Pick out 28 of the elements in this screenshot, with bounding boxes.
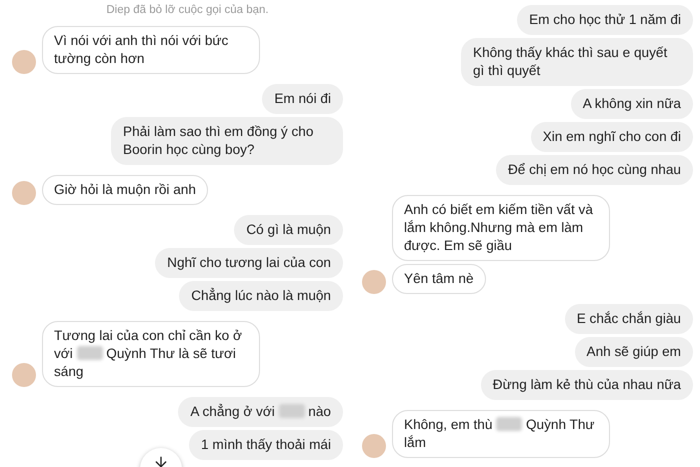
message-bubble: Đừng làm kẻ thù của nhau nữa: [480, 370, 693, 400]
avatar[interactable]: [12, 363, 36, 387]
message-bubble: Tương lai của con chỉ cần ko ở với Quỳnh Thư là sẽ tươi sáng: [42, 321, 260, 387]
message-bubble: Yên tâm nè: [392, 264, 486, 294]
message-bubble: A chẳng ở với nào: [178, 397, 343, 427]
avatar[interactable]: [12, 181, 36, 205]
arrow-down-icon: [153, 454, 169, 467]
message-bubble: Nghĩ cho tương lai của con: [155, 248, 343, 278]
avatar[interactable]: [12, 50, 36, 74]
message-bubble: Chẳng lúc nào là muộn: [179, 281, 343, 311]
avatar[interactable]: [362, 270, 386, 294]
message-bubble: Giờ hỏi là muộn rồi anh: [42, 175, 208, 205]
message-bubble: Anh sẽ giúp em: [574, 337, 693, 367]
message-bubble: Không, em thù Quỳnh Thư lắm: [392, 410, 610, 458]
message-bubble: Em cho học thử 1 năm đi: [517, 5, 693, 35]
message-bubble: Anh có biết em kiếm tiền vất và lắm không.Nhưng mà em làm được. Em sẽ giầu: [392, 195, 610, 261]
message-bubble: Phải làm sao thì em đồng ý cho Boorin học cùng boy?: [111, 117, 343, 165]
message-bubble: Có gì là muộn: [234, 215, 343, 245]
message-bubble: Không thấy khác thì sau e quyết gì thì quyết: [461, 38, 693, 86]
avatar[interactable]: [362, 434, 386, 458]
message-bubble: Vì nói với anh thì nói với bức tường còn hơn: [42, 26, 260, 74]
message-bubble: Để chị em nó học cùng nhau: [496, 155, 693, 185]
message-bubble: Xin em nghĩ cho con đi: [530, 122, 693, 152]
message-bubble: Em nói đi: [262, 84, 343, 114]
message-bubble: E chắc chắn giàu: [564, 304, 693, 334]
message-bubble: A không xin nữa: [570, 89, 693, 119]
message-bubble: 1 mình thấy thoải mái: [189, 430, 343, 460]
system-note: Diep đã bỏ lỡ cuộc gọi của bạn.: [106, 4, 269, 16]
